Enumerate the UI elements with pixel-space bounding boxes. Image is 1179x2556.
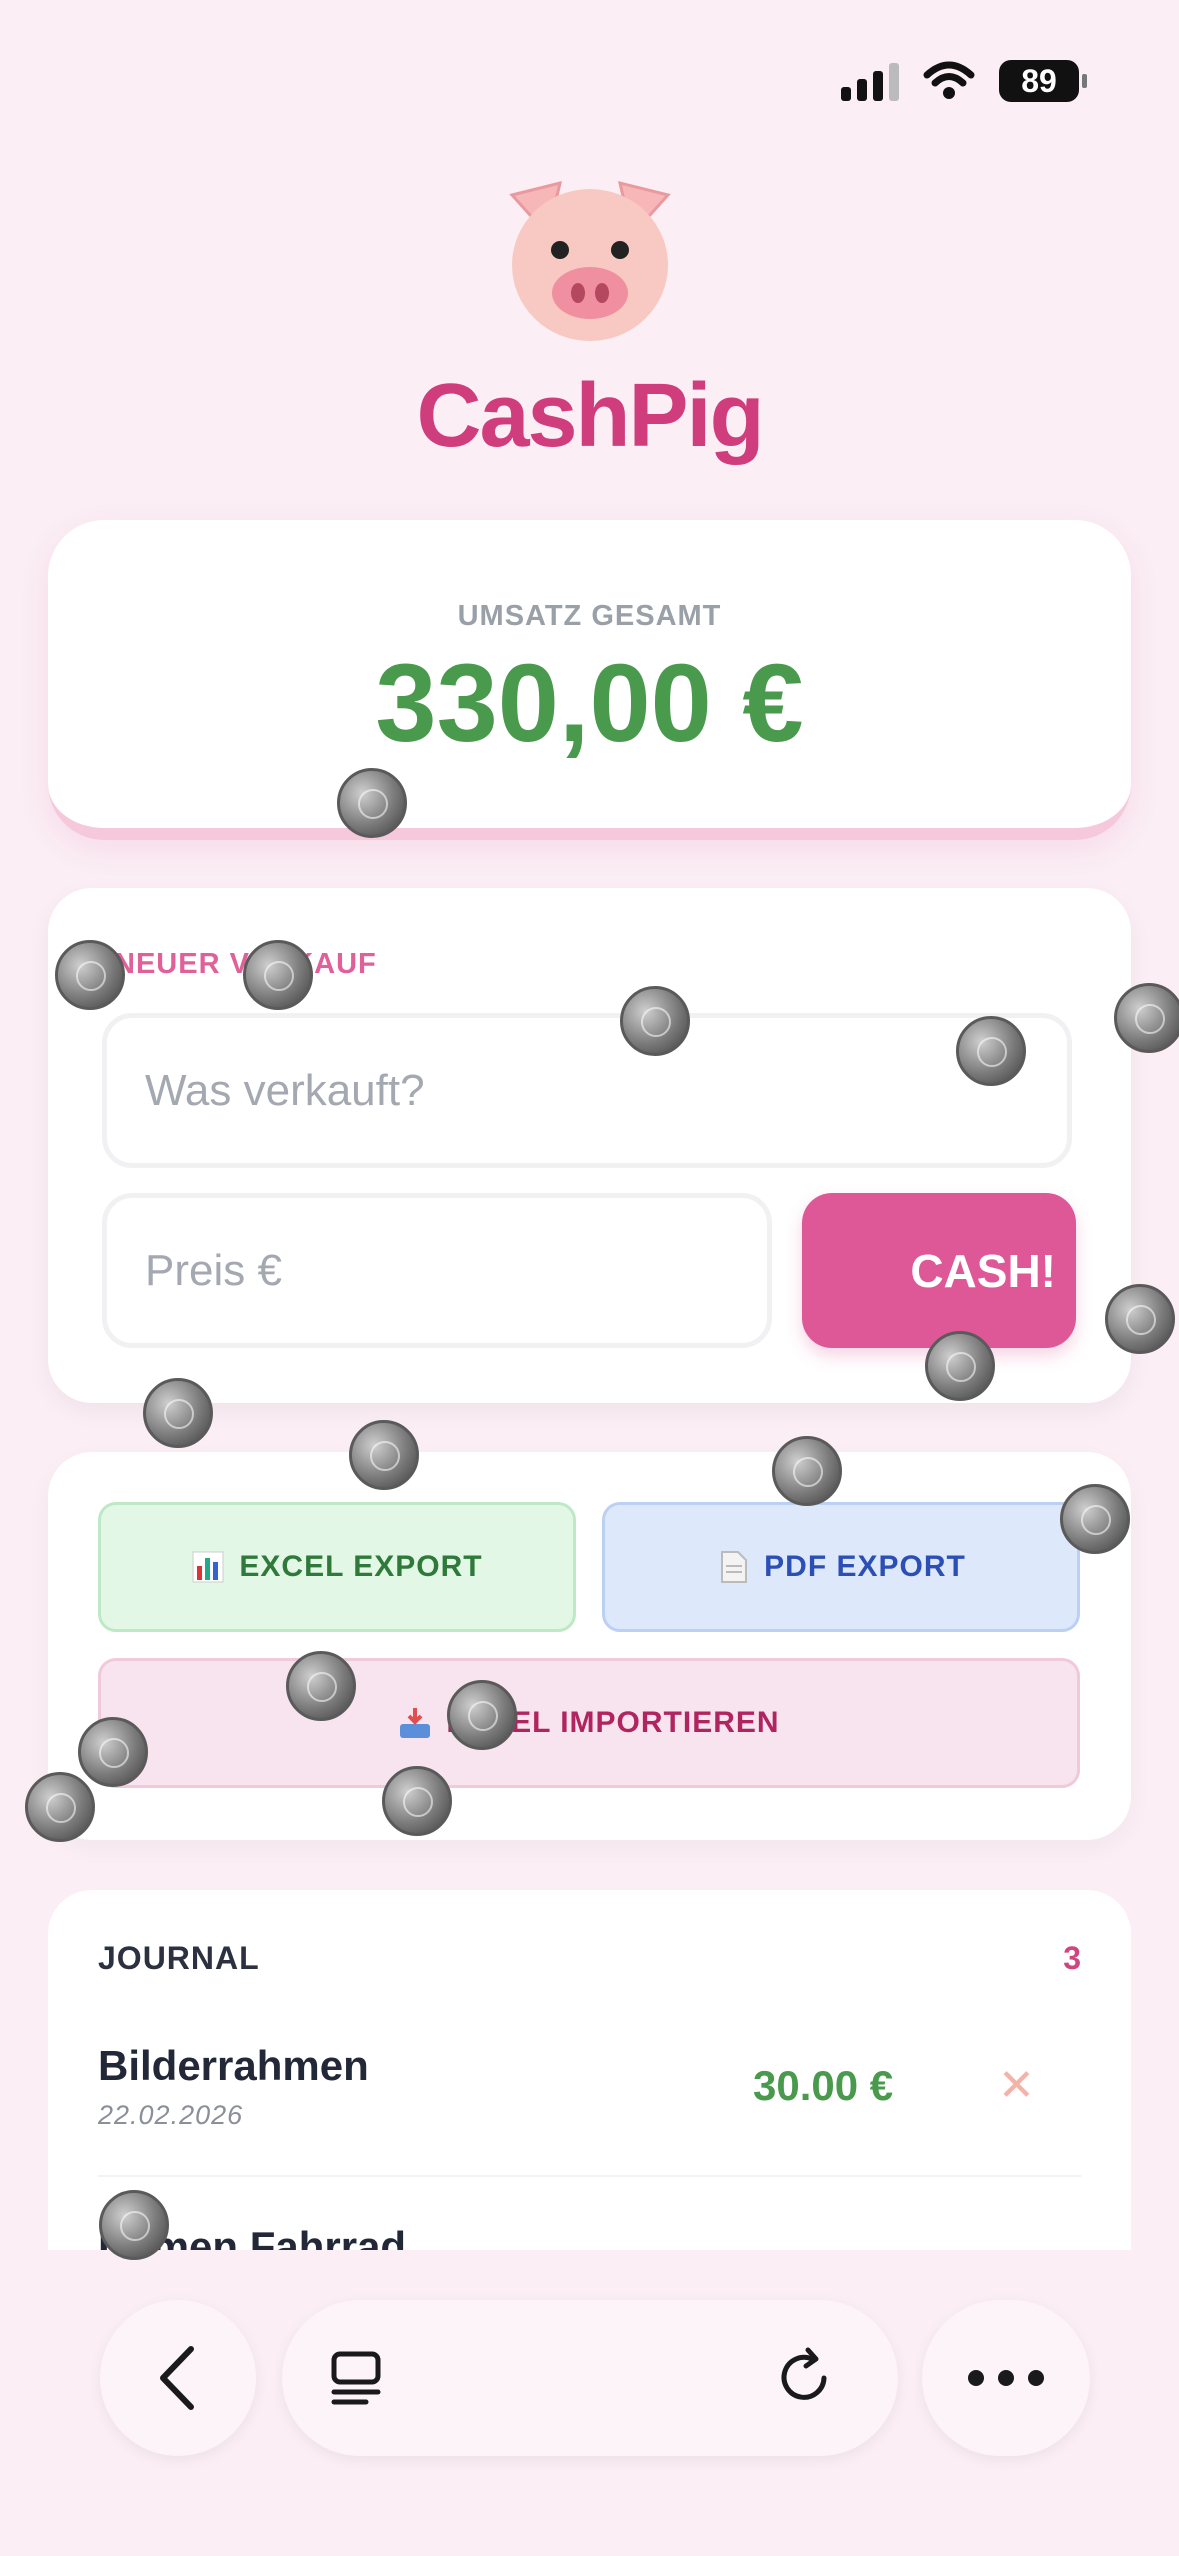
coin-icon <box>382 1766 452 1836</box>
pig-face-icon <box>490 165 690 345</box>
battery-icon: 89 <box>999 60 1087 102</box>
pdf-export-button[interactable]: PDF EXPORT <box>602 1502 1080 1632</box>
chevron-left-icon <box>160 2346 194 2410</box>
export-card: EXCEL EXPORT PDF EXPORT EXCEL IMPORTIERE… <box>48 1452 1131 1840</box>
inbox-tray-icon <box>398 1706 432 1740</box>
coin-icon <box>1060 1484 1130 1554</box>
browser-toolbar <box>0 2250 1179 2556</box>
journal-card: JOURNAL 3 Bilderrahmen 22.02.2026 30.00 … <box>48 1890 1131 2250</box>
app-title: CashPig <box>416 366 764 466</box>
journal-title: JOURNAL <box>98 1940 260 1976</box>
total-label: UMSATZ GESAMT <box>457 600 722 632</box>
excel-import-button[interactable]: EXCEL IMPORTIEREN <box>98 1658 1080 1788</box>
back-button[interactable] <box>100 2300 256 2456</box>
new-sale-card: NEUER VERKAUF Was verkauft? Preis € CASH… <box>48 888 1131 1403</box>
item-input-placeholder: Was verkauft? <box>145 1065 425 1115</box>
coin-icon <box>78 1717 148 1787</box>
cash-button-label: CASH! <box>910 1244 1056 1297</box>
coin-icon <box>1105 1284 1175 1354</box>
coin-icon <box>1114 983 1179 1053</box>
coin-icon <box>925 1331 995 1401</box>
price-input-placeholder: Preis € <box>145 1245 282 1295</box>
journal-entry-amount: 30.00 € <box>753 2062 894 2109</box>
pdf-export-label: PDF EXPORT <box>764 1550 966 1583</box>
battery-level: 89 <box>1021 62 1057 99</box>
cash-button[interactable]: CASH! <box>802 1193 1076 1348</box>
journal-count-badge: 3 <box>1063 1940 1081 1976</box>
more-button[interactable] <box>922 2300 1090 2456</box>
status-bar: 89 <box>841 60 1087 102</box>
bar-chart-icon <box>191 1550 225 1584</box>
tabs-icon <box>331 2351 381 2405</box>
coin-icon <box>337 768 407 838</box>
excel-export-label: EXCEL EXPORT <box>239 1550 483 1583</box>
journal-entry-name: Bilderrahmen <box>98 2042 369 2089</box>
coin-icon <box>243 940 313 1010</box>
coin-icon <box>956 1016 1026 1086</box>
price-input[interactable]: Preis € <box>102 1193 772 1348</box>
coin-icon <box>772 1436 842 1506</box>
coin-icon <box>349 1420 419 1490</box>
item-input[interactable]: Was verkauft? <box>102 1013 1072 1168</box>
excel-export-button[interactable]: EXCEL EXPORT <box>98 1502 576 1632</box>
cellular-signal-icon <box>841 61 899 101</box>
coin-icon <box>143 1378 213 1448</box>
coin-icon <box>447 1680 517 1750</box>
journal-entry-date: 22.02.2026 <box>98 2100 244 2130</box>
ellipsis-icon <box>968 2370 1044 2386</box>
delete-entry-button[interactable]: ✕ <box>998 2060 1035 2111</box>
coin-icon <box>286 1651 356 1721</box>
reload-icon[interactable] <box>774 2346 838 2410</box>
document-icon <box>716 1550 750 1584</box>
wifi-icon <box>923 61 975 99</box>
total-revenue-card: UMSATZ GESAMT 330,00 € <box>48 520 1131 840</box>
coin-icon <box>620 986 690 1056</box>
total-value: 330,00 € <box>375 642 804 765</box>
coin-icon <box>55 940 125 1010</box>
coin-icon <box>25 1772 95 1842</box>
coin-icon <box>99 2190 169 2260</box>
address-bar[interactable] <box>282 2300 898 2456</box>
journal-divider <box>98 2175 1081 2177</box>
